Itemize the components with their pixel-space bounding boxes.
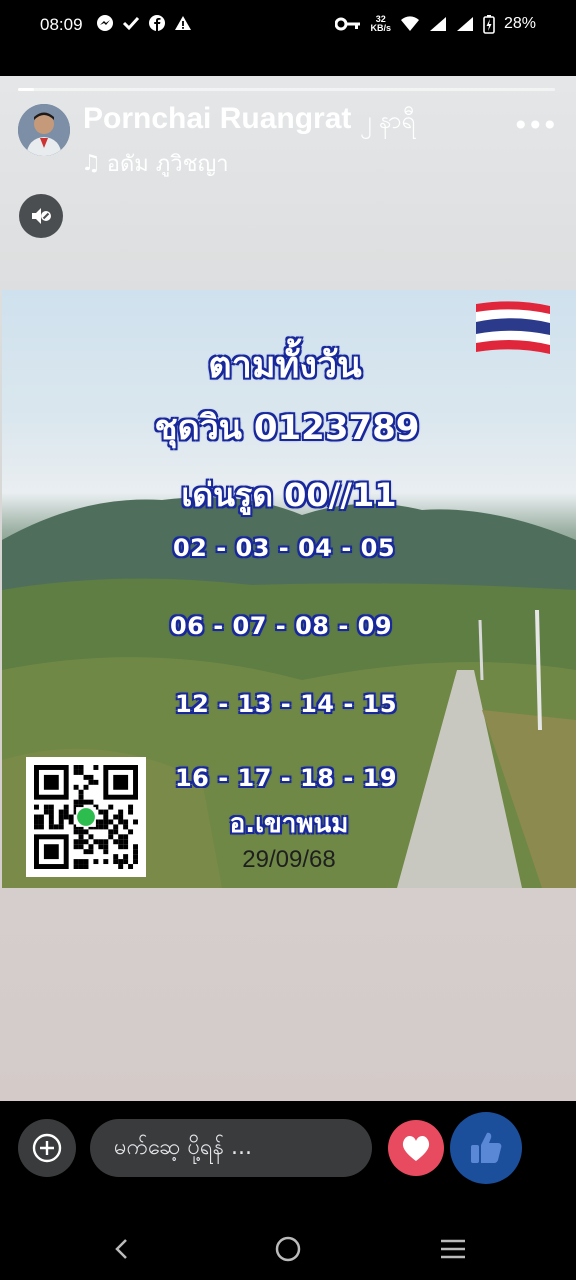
warning-icon — [175, 16, 191, 30]
image-set-line: ชุดวิน 0123789 — [154, 408, 420, 448]
status-time: 08:09 — [40, 15, 83, 34]
avatar[interactable] — [18, 104, 70, 156]
menu-lines-icon — [441, 1239, 465, 1259]
number-row: 02 - 03 - 04 - 05 — [172, 534, 396, 562]
status-system-icons: 32 KB/s 28% — [335, 14, 536, 34]
recents-button[interactable] — [433, 1229, 473, 1269]
thumbs-up-icon — [471, 1132, 502, 1163]
home-circle-icon — [275, 1236, 301, 1262]
number-row: 06 - 07 - 08 - 09 — [169, 612, 393, 640]
story-progress-fill — [18, 88, 35, 91]
back-chevron-icon — [115, 1239, 127, 1259]
signal-icon — [456, 17, 473, 31]
system-nav-bar — [0, 1211, 576, 1280]
story-viewer[interactable]: Pornchai Ruangrat ၂ နာရီ ♫ อดัม ภูวิชญา … — [0, 76, 576, 1101]
network-speed: 32 KB/s — [370, 15, 391, 33]
author-name[interactable]: Pornchai Ruangrat — [83, 102, 351, 135]
facebook-icon — [149, 15, 165, 31]
music-attribution[interactable]: ♫ อดัม ภูวิชญา — [81, 146, 229, 181]
back-button[interactable] — [102, 1229, 142, 1269]
messenger-icon — [97, 15, 113, 31]
reply-bar: မက်ဆေ့ ပို့ရန် ... — [0, 1101, 576, 1211]
add-circle-icon — [32, 1133, 62, 1163]
reply-input[interactable]: မက်ဆေ့ ပို့ရန် ... — [90, 1119, 372, 1177]
mute-button[interactable] — [19, 194, 63, 238]
avatar-image — [18, 104, 70, 156]
signal-icon — [429, 17, 446, 31]
image-title: ตามทั้งวัน — [208, 345, 362, 386]
number-row: 12 - 13 - 14 - 15 — [174, 690, 398, 718]
wifi-icon — [400, 16, 419, 31]
story-progress-bar — [18, 88, 555, 91]
more-options-button[interactable]: ••• — [512, 112, 558, 140]
status-notification-icons — [96, 14, 192, 32]
time-ago: ၂ နာရီ — [359, 106, 416, 134]
battery-percent: 28% — [503, 15, 536, 32]
heart-icon — [402, 1135, 430, 1161]
love-reaction-button[interactable] — [388, 1120, 444, 1176]
network-speed-unit: KB/s — [370, 23, 391, 33]
battery-charging-icon — [483, 15, 495, 34]
music-note-icon: ♫ — [81, 151, 101, 176]
speaker-muted-icon — [32, 208, 51, 224]
home-button[interactable] — [268, 1229, 308, 1269]
add-button[interactable] — [18, 1119, 76, 1177]
image-star-line: เด่นรูด 00//11 — [181, 476, 397, 514]
like-reaction-button[interactable] — [450, 1112, 522, 1184]
story-image: ตามทั้งวัน ชุดวิน 0123789 เด่นรูด 00//11… — [2, 290, 576, 888]
key-icon — [335, 17, 361, 31]
music-label[interactable]: อดัม ภูวิชญา — [107, 146, 229, 181]
qr-code-icon — [26, 757, 146, 877]
status-bar: 08:09 32 KB/s 28% — [0, 0, 576, 56]
story-author[interactable]: Pornchai Ruangrat ၂ နာရီ — [83, 102, 415, 140]
qr-code-pattern — [34, 765, 138, 869]
check-icon — [122, 16, 140, 31]
